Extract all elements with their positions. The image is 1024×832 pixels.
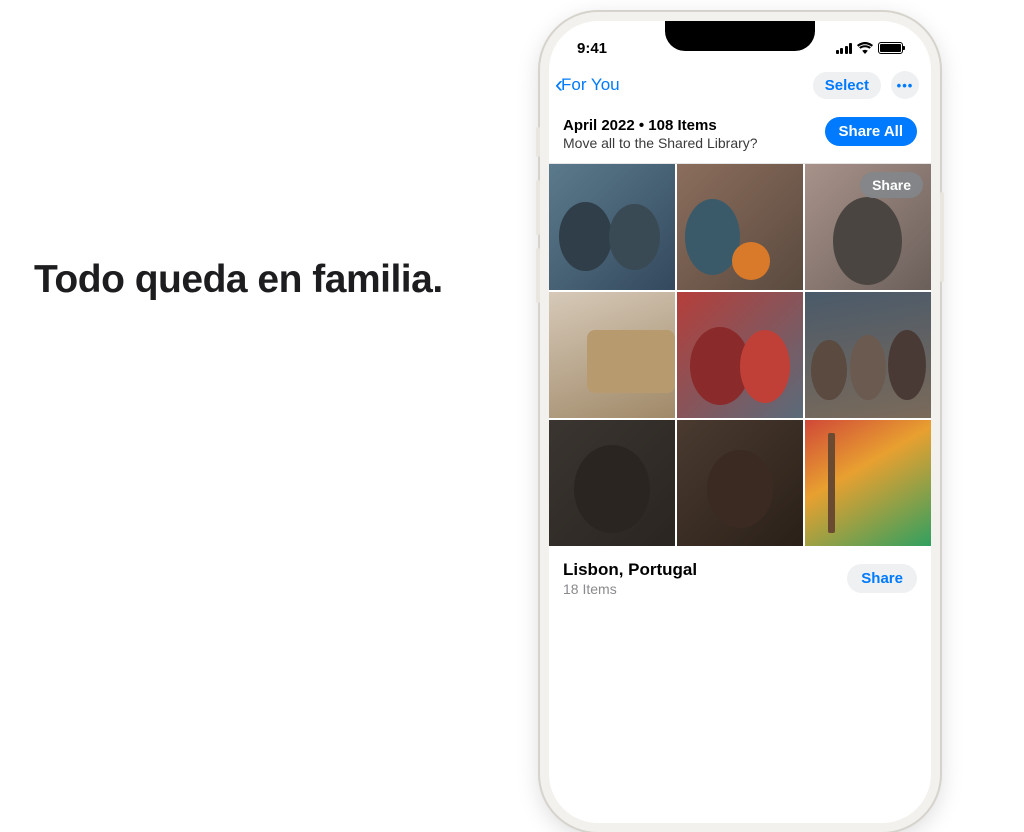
back-label: For You [561,75,620,95]
photo-thumbnail[interactable] [805,420,931,546]
back-button[interactable]: ‹ For You [555,73,620,97]
section-title: April 2022 • 108 Items [563,117,758,134]
photo-thumbnail[interactable] [549,164,675,290]
phone-volume-down [536,248,540,303]
share-button[interactable]: Share [847,564,917,593]
select-button[interactable]: Select [813,72,881,99]
photo-thumbnail[interactable] [677,292,803,418]
nav-bar: ‹ For You Select ••• [549,65,931,107]
share-overlay-button[interactable]: Share [860,172,923,198]
page-headline: Todo queda en familia. [34,258,443,302]
share-all-button[interactable]: Share All [825,117,917,146]
ellipsis-icon: ••• [897,78,914,93]
footer-title: Lisbon, Portugal [563,560,697,580]
phone-volume-up [536,180,540,235]
section-header: April 2022 • 108 Items Move all to the S… [549,107,931,164]
photo-grid: Share [549,164,931,546]
photo-thumbnail[interactable]: Share [805,164,931,290]
section-subtitle: Move all to the Shared Library? [563,135,758,151]
status-indicators [836,42,904,54]
signal-icon [836,43,853,54]
phone-mute-switch [536,127,540,157]
photo-thumbnail[interactable] [677,420,803,546]
phone-mockup: 9:41 ‹ For You Select •• [540,0,960,598]
phone-body: 9:41 ‹ For You Select •• [540,12,940,832]
phone-screen: 9:41 ‹ For You Select •• [549,21,931,823]
phone-notch [665,21,815,51]
phone-power-button [940,192,944,282]
more-button[interactable]: ••• [891,71,919,99]
photo-thumbnail[interactable] [805,292,931,418]
battery-icon [878,42,903,54]
photo-thumbnail[interactable] [549,420,675,546]
photo-thumbnail[interactable] [677,164,803,290]
wifi-icon [857,42,873,54]
photo-thumbnail[interactable] [549,292,675,418]
footer-subtitle: 18 Items [563,581,697,597]
status-time: 9:41 [577,40,607,57]
